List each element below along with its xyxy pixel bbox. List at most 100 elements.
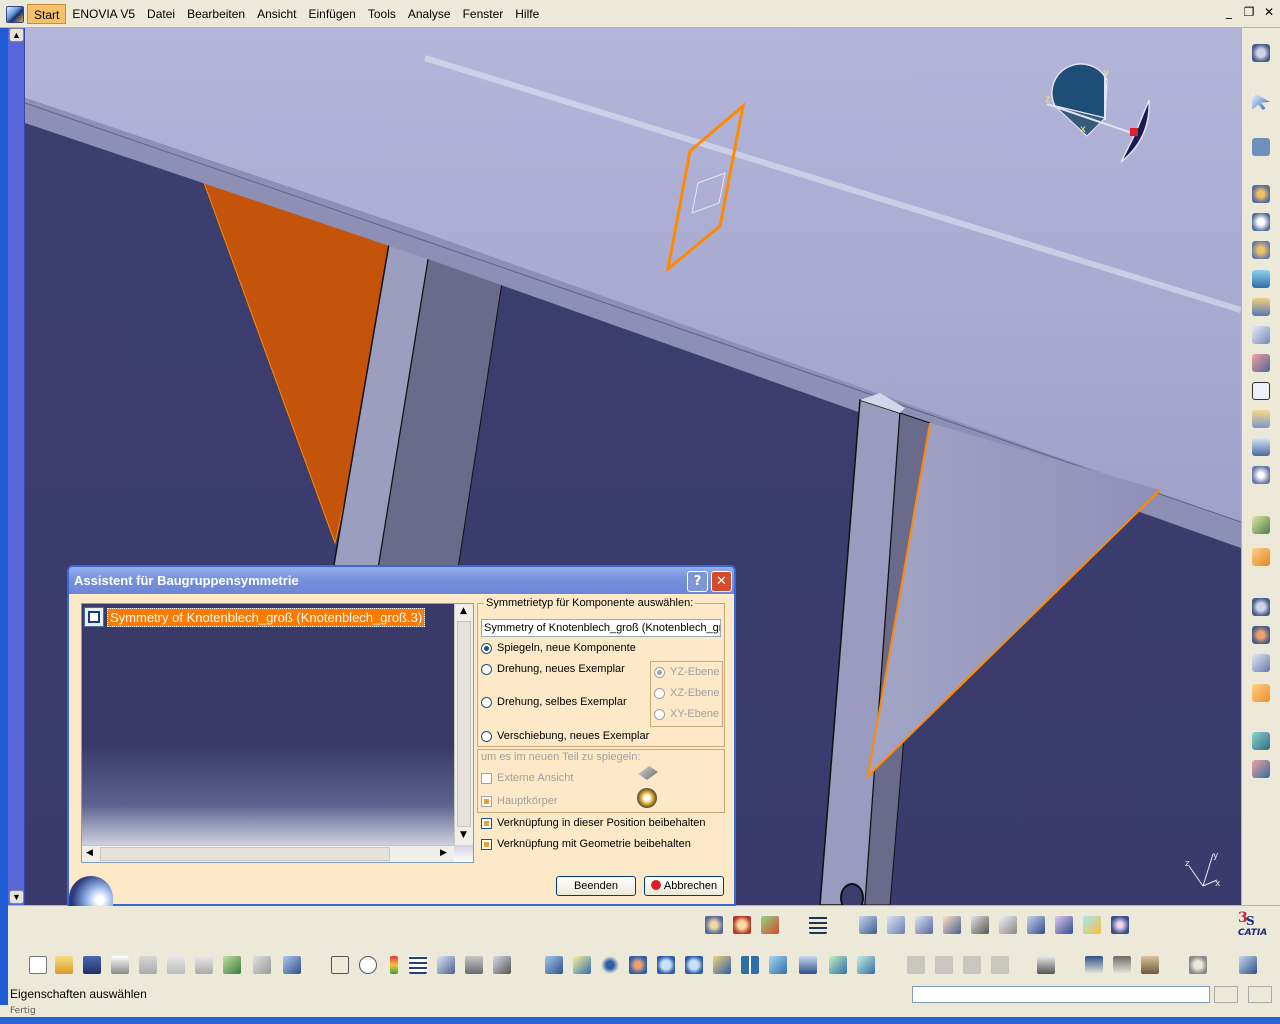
scroll-up-button[interactable]: ▲ <box>9 28 24 42</box>
formula-icon[interactable] <box>328 953 352 977</box>
menu-analyse[interactable]: Analyse <box>402 4 457 24</box>
zoom-out-icon[interactable] <box>682 953 706 977</box>
menu-start[interactable]: Start <box>27 4 67 24</box>
menu-bearbeiten[interactable]: Bearbeiten <box>181 4 251 24</box>
open-folder-icon[interactable] <box>52 953 76 977</box>
fly-mode-icon[interactable] <box>542 953 566 977</box>
fit-all-icon[interactable] <box>570 953 594 977</box>
lock-icon[interactable] <box>462 953 486 977</box>
swap-space-icon[interactable] <box>854 953 878 977</box>
component-icon-1[interactable] <box>1250 183 1272 205</box>
undo-icon[interactable] <box>220 953 244 977</box>
radio-xy-plane[interactable]: XY-Ebene <box>654 708 719 720</box>
manipulate-icon[interactable] <box>1250 136 1272 158</box>
measure-icon[interactable] <box>806 913 830 937</box>
link-icon[interactable] <box>1052 913 1076 937</box>
menu-fenster[interactable]: Fenster <box>457 4 510 24</box>
radio-rotate-same-dot[interactable] <box>481 696 492 708</box>
cancel-button[interactable]: Abbrechen <box>644 876 724 896</box>
print-icon[interactable] <box>108 953 132 977</box>
radio-translate-new[interactable]: Verschiebung, neues Exemplar <box>481 730 649 742</box>
scene-icon[interactable] <box>758 913 782 937</box>
command-input[interactable] <box>912 986 1210 1003</box>
disabled-tool-icon-1[interactable] <box>904 953 928 977</box>
select-arrow-icon[interactable] <box>1250 90 1272 112</box>
menu-hilfe[interactable]: Hilfe <box>509 4 545 24</box>
scroll-down-button[interactable]: ▼ <box>9 890 24 904</box>
update-icon[interactable] <box>1080 913 1104 937</box>
cut-icon[interactable] <box>136 953 160 977</box>
comment-icon[interactable] <box>356 953 380 977</box>
part-icon[interactable] <box>1250 514 1272 536</box>
analyze-icon-4[interactable] <box>940 913 964 937</box>
disabled-tool-icon-4[interactable] <box>988 953 1012 977</box>
clash-icon[interactable] <box>1236 953 1260 977</box>
update-all-icon[interactable] <box>1186 953 1210 977</box>
table-icon[interactable] <box>1024 913 1048 937</box>
catalog-icon[interactable] <box>1250 436 1272 458</box>
measure-between-icon[interactable] <box>1082 953 1106 977</box>
command-button-2[interactable] <box>1248 986 1272 1003</box>
pencil-icon[interactable] <box>996 913 1020 937</box>
traffic-light-icon[interactable] <box>382 953 406 977</box>
product-icon[interactable] <box>1250 546 1272 568</box>
keep-position-link-checkbox[interactable]: Verknüpfung in dieser Position beibehalt… <box>481 817 706 829</box>
whats-this-icon[interactable] <box>280 953 304 977</box>
dialog-titlebar[interactable]: Assistent für Baugruppensymmetrie ? ✕ <box>69 567 734 594</box>
shading-icon[interactable] <box>796 953 820 977</box>
normal-view-icon[interactable] <box>710 953 734 977</box>
text-icon[interactable] <box>1250 380 1272 402</box>
close-button[interactable]: ✕ <box>1262 5 1276 19</box>
anchor-icon[interactable] <box>968 913 992 937</box>
menu-datei[interactable]: Datei <box>141 4 181 24</box>
measure-item-icon[interactable] <box>1110 953 1134 977</box>
grid-icon[interactable] <box>1108 913 1132 937</box>
constraint-icon-2[interactable] <box>1250 352 1272 374</box>
tool-icon-1[interactable] <box>1250 596 1272 618</box>
analyze-icon-1[interactable] <box>856 913 880 937</box>
table-view-icon[interactable] <box>406 953 430 977</box>
tool-icon-3[interactable] <box>1250 652 1272 674</box>
tool-icon-6[interactable] <box>1250 758 1272 780</box>
replace-icon[interactable] <box>1250 268 1272 290</box>
paste-icon[interactable] <box>192 953 216 977</box>
redo-icon[interactable] <box>250 953 274 977</box>
tool-icon-4[interactable] <box>1250 682 1272 704</box>
menu-tools[interactable]: Tools <box>362 4 402 24</box>
component-icon-2[interactable] <box>1250 211 1272 233</box>
disabled-tool-icon-3[interactable] <box>960 953 984 977</box>
rotate-icon[interactable] <box>626 953 650 977</box>
measure-inertia-icon[interactable] <box>1138 953 1162 977</box>
knowledge-icon[interactable] <box>434 953 458 977</box>
pan-icon[interactable] <box>598 953 622 977</box>
radio-yz-plane[interactable]: YZ-Ebene <box>654 666 720 678</box>
radio-mirror-new-dot[interactable] <box>481 642 492 654</box>
analyze-icon-2[interactable] <box>884 913 908 937</box>
finish-button[interactable]: Beenden <box>556 876 636 896</box>
keep-geometry-link-checkbox[interactable]: Verknüpfung mit Geometrie beibehalten <box>481 838 691 850</box>
zoom-in-icon[interactable] <box>654 953 678 977</box>
viewport-scrollbar[interactable]: ▲ ▼ <box>8 28 25 905</box>
tree-icon[interactable] <box>1250 408 1272 430</box>
copy-icon[interactable] <box>164 953 188 977</box>
restore-button[interactable]: ❐ <box>1242 5 1256 19</box>
main-body-checkbox[interactable]: Hauptkörper <box>481 795 558 807</box>
command-button-1[interactable] <box>1214 986 1238 1003</box>
disabled-tool-icon-2[interactable] <box>932 953 956 977</box>
help-button[interactable]: ? <box>687 571 708 592</box>
radio-rotate-same[interactable]: Drehung, selbes Exemplar <box>481 696 627 708</box>
dialog-close-button[interactable]: ✕ <box>711 571 732 592</box>
law-icon[interactable] <box>490 953 514 977</box>
multi-view-icon[interactable] <box>738 953 762 977</box>
tool-icon-2[interactable] <box>1250 624 1272 646</box>
tool-icon-5[interactable] <box>1250 730 1272 752</box>
apply-material-icon[interactable] <box>702 913 726 937</box>
menu-ansicht[interactable]: Ansicht <box>251 4 302 24</box>
radio-xz-plane[interactable]: XZ-Ebene <box>654 687 720 699</box>
reorder-icon[interactable] <box>1250 296 1272 318</box>
save-icon[interactable] <box>80 953 104 977</box>
menu-enovia[interactable]: ENOVIA V5 <box>66 4 141 24</box>
constraint-icon-1[interactable] <box>1250 324 1272 346</box>
hide-show-icon[interactable] <box>826 953 850 977</box>
radio-mirror-new[interactable]: Spiegeln, neue Komponente <box>481 642 636 654</box>
